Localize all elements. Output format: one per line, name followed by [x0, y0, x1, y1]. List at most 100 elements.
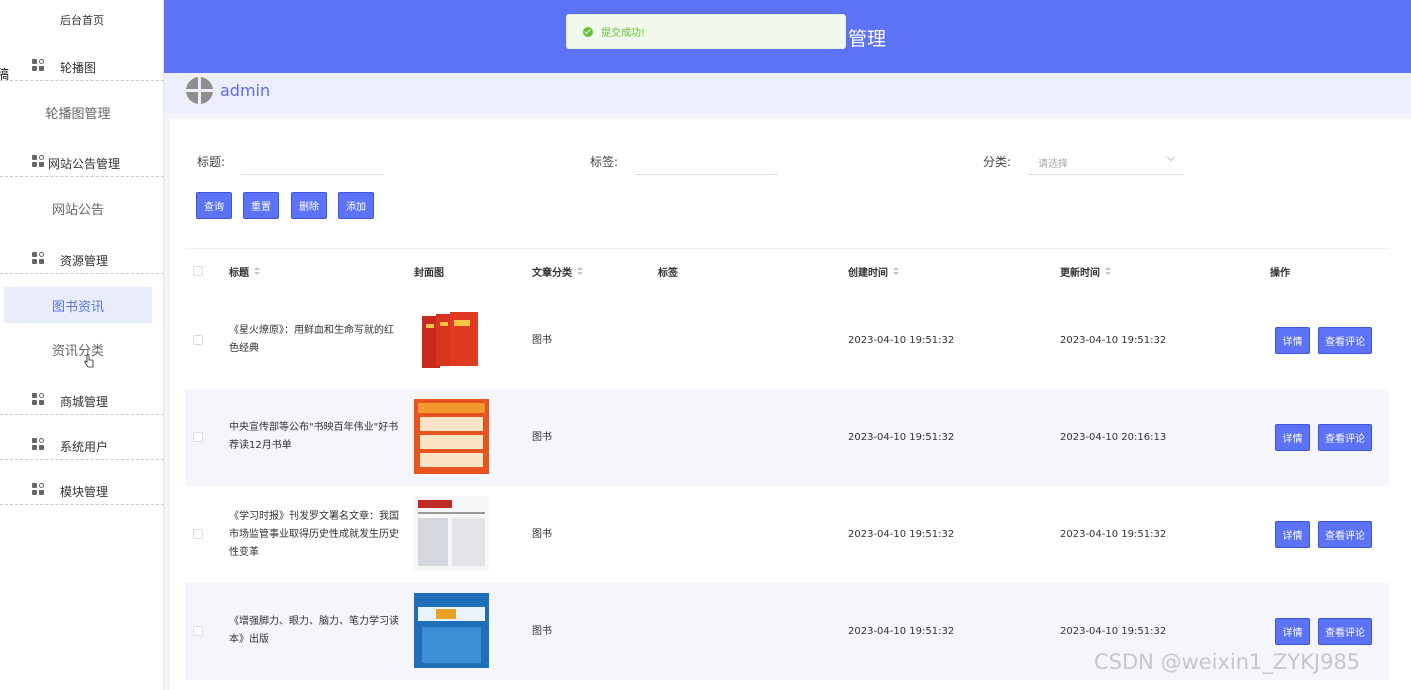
- sidebar-group-announcement[interactable]: 网站公告管理: [0, 147, 164, 177]
- sidebar-item-carousel-manage[interactable]: 轮播图管理: [4, 94, 152, 130]
- detail-button[interactable]: 详情: [1275, 327, 1310, 354]
- column-title[interactable]: 标题: [229, 264, 260, 279]
- cover-image[interactable]: [414, 496, 489, 571]
- sort-icon[interactable]: [1105, 267, 1111, 276]
- row-created: 2023-04-10 19:51:32: [848, 626, 955, 637]
- delete-button[interactable]: 删除: [291, 192, 327, 219]
- sidebar-group-resources[interactable]: 资源管理: [0, 244, 164, 274]
- cover-image[interactable]: [414, 302, 489, 377]
- row-updated: 2023-04-10 20:16:13: [1060, 432, 1167, 443]
- row-checkbox[interactable]: [193, 626, 203, 636]
- sidebar-group-label: 商城管理: [60, 395, 109, 409]
- row-updated: 2023-04-10 19:51:32: [1060, 626, 1167, 637]
- sidebar: 后台首页 稿 轮播图 轮播图管理 网站公告管理 网站公告 资源管理 图书资讯 资…: [0, 0, 164, 690]
- column-category-label: 文章分类: [532, 268, 572, 279]
- news-table: 标题 封面图 文章分类 标签 创建时间 更新时间 操作 《星火燎原》：用鲜血和生…: [185, 248, 1389, 680]
- cover-image[interactable]: [414, 593, 489, 668]
- app: 后台首页 稿 轮播图 轮播图管理 网站公告管理 网站公告 资源管理 图书资讯 资…: [0, 0, 1411, 690]
- column-created[interactable]: 创建时间: [848, 264, 899, 279]
- cover-image[interactable]: [414, 399, 489, 474]
- grid-icon: [32, 438, 45, 451]
- sidebar-item-announcement[interactable]: 网站公告: [4, 190, 152, 226]
- username[interactable]: admin: [220, 81, 270, 100]
- row-checkbox[interactable]: [193, 529, 203, 539]
- sidebar-group-carousel[interactable]: 轮播图: [0, 51, 164, 81]
- row-created: 2023-04-10 19:51:32: [848, 432, 955, 443]
- category-filter-label: 分类:: [983, 155, 1012, 169]
- add-button[interactable]: 添加: [338, 192, 374, 219]
- row-category: 图书: [532, 626, 552, 637]
- column-tag: 标签: [658, 268, 678, 279]
- sidebar-group-label: 网站公告管理: [48, 157, 121, 171]
- grid-icon: [32, 252, 45, 265]
- tag-filter-input[interactable]: [635, 149, 778, 175]
- view-comments-button[interactable]: 查看评论: [1318, 618, 1372, 645]
- detail-button[interactable]: 详情: [1275, 618, 1310, 645]
- view-comments-button[interactable]: 查看评论: [1318, 521, 1372, 548]
- sidebar-group-label: 系统用户: [60, 440, 109, 454]
- column-cover: 封面图: [414, 268, 444, 279]
- column-title-label: 标题: [229, 268, 249, 279]
- table-header: 标题 封面图 文章分类 标签 创建时间 更新时间 操作: [185, 248, 1389, 292]
- main-panel: 标题: 标签: 分类: 请选择 查询 重置 删除 添加 标题 封面图 文章分类 …: [170, 119, 1411, 690]
- grid-icon: [32, 483, 45, 496]
- detail-button[interactable]: 详情: [1275, 521, 1310, 548]
- sidebar-group-users[interactable]: 系统用户: [0, 430, 164, 460]
- sidebar-group-label: 模块管理: [60, 485, 109, 499]
- row-title: 《增强脚力、眼力、脑力、笔力学习读本》出版: [229, 616, 399, 645]
- sidebar-group-label: 轮播图: [60, 61, 97, 75]
- sort-icon[interactable]: [893, 267, 899, 276]
- row-title: 《学习时报》刊发罗文署名文章：我国市场监管事业取得历史性成就发生历史性变革: [229, 511, 399, 558]
- row-category: 图书: [532, 335, 552, 346]
- user-bar: admin: [164, 73, 1411, 113]
- sidebar-group-modules[interactable]: 模块管理: [0, 475, 164, 505]
- column-updated[interactable]: 更新时间: [1060, 264, 1111, 279]
- check-circle-icon: [583, 26, 593, 37]
- table-row: 《星火燎原》：用鲜血和生命写就的红色经典 图书 2023-04-10 19:51…: [185, 292, 1389, 389]
- sort-icon[interactable]: [254, 267, 260, 276]
- sidebar-home[interactable]: 后台首页: [0, 12, 164, 28]
- sort-icon[interactable]: [577, 267, 583, 276]
- select-all-checkbox[interactable]: [193, 266, 203, 276]
- title-filter-input[interactable]: [241, 149, 384, 175]
- title-filter-label: 标题:: [197, 155, 226, 169]
- table-row: 中央宣传部等公布"书映百年伟业"好书荐读12月书单 图书 2023-04-10 …: [185, 389, 1389, 486]
- query-button[interactable]: 查询: [196, 192, 232, 219]
- detail-button[interactable]: 详情: [1275, 424, 1310, 451]
- grid-icon: [32, 155, 45, 168]
- chevron-down-icon: [1166, 152, 1176, 162]
- page-title: 管理: [848, 28, 887, 50]
- category-select[interactable]: 请选择: [1028, 149, 1184, 175]
- sidebar-item-news-category[interactable]: 资讯分类: [4, 331, 152, 367]
- table-row: 《学习时报》刊发罗文署名文章：我国市场监管事业取得历史性成就发生历史性变革 图书…: [185, 486, 1389, 583]
- tag-filter-label: 标签:: [590, 155, 619, 169]
- row-category: 图书: [532, 432, 552, 443]
- row-created: 2023-04-10 19:51:32: [848, 335, 955, 346]
- toast-message: 提交成功!: [601, 28, 646, 39]
- row-updated: 2023-04-10 19:51:32: [1060, 335, 1167, 346]
- view-comments-button[interactable]: 查看评论: [1318, 327, 1372, 354]
- column-category[interactable]: 文章分类: [532, 264, 583, 279]
- sidebar-group-shop[interactable]: 商城管理: [0, 385, 164, 415]
- column-updated-label: 更新时间: [1060, 268, 1100, 279]
- row-title: 《星火燎原》：用鲜血和生命写就的红色经典: [229, 325, 394, 354]
- sidebar-item-book-news[interactable]: 图书资讯: [4, 287, 152, 323]
- column-created-label: 创建时间: [848, 268, 888, 279]
- watermark: CSDN @weixin1_ZYKJ985: [1094, 650, 1361, 674]
- view-comments-button[interactable]: 查看评论: [1318, 424, 1372, 451]
- row-updated: 2023-04-10 19:51:32: [1060, 529, 1167, 540]
- row-created: 2023-04-10 19:51:32: [848, 529, 955, 540]
- sidebar-group-label: 资源管理: [60, 254, 109, 268]
- grid-icon: [32, 59, 45, 72]
- avatar[interactable]: [186, 77, 213, 104]
- row-category: 图书: [532, 529, 552, 540]
- category-select-placeholder: 请选择: [1038, 159, 1068, 170]
- success-toast: 提交成功!: [566, 14, 846, 49]
- row-checkbox[interactable]: [193, 432, 203, 442]
- column-actions: 操作: [1270, 268, 1290, 279]
- reset-button[interactable]: 重置: [243, 192, 279, 219]
- hand-cursor-icon: [84, 354, 94, 368]
- row-checkbox[interactable]: [193, 335, 203, 345]
- row-title: 中央宣传部等公布"书映百年伟业"好书荐读12月书单: [229, 422, 399, 451]
- grid-icon: [32, 393, 45, 406]
